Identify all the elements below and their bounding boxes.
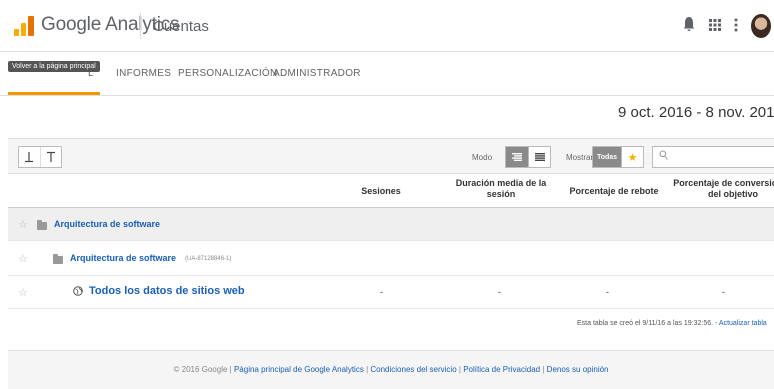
move-down-icon[interactable] bbox=[19, 147, 40, 167]
created-text: Esta tabla se creó el 9/11/16 a las 19:3… bbox=[577, 320, 718, 327]
folder-icon bbox=[37, 220, 47, 230]
table-row: ☆ Todos los datos de sitios web - - - - bbox=[8, 277, 774, 309]
main-nav: L INFORMES PERSONALIZACIÓN ADMINISTRADOR bbox=[0, 52, 774, 96]
folder-icon bbox=[53, 254, 63, 264]
mode-toggle bbox=[505, 146, 551, 168]
mode-label: Modo bbox=[472, 153, 493, 162]
footer-sep: | bbox=[366, 365, 369, 374]
footer-link-terms[interactable]: Condiciones del servicio bbox=[370, 365, 456, 374]
sort-button-group bbox=[18, 146, 62, 168]
search-input[interactable] bbox=[652, 146, 774, 168]
show-filter: Todas ★ bbox=[592, 146, 644, 168]
bounce-rate-value: - bbox=[606, 287, 609, 297]
tab-personalizacion[interactable]: PERSONALIZACIÓN bbox=[178, 68, 278, 79]
search-icon bbox=[659, 150, 668, 163]
view-link[interactable]: Todos los datos de sitios web bbox=[89, 285, 245, 297]
bell-icon[interactable] bbox=[683, 16, 695, 37]
avg-duration-value: - bbox=[498, 287, 501, 297]
show-label: Mostrar bbox=[566, 153, 594, 162]
account-link[interactable]: Arquitectura de software bbox=[54, 219, 160, 229]
star-icon[interactable]: ☆ bbox=[18, 286, 28, 299]
table-row: ☆ Arquitectura de software (UA-87128846-… bbox=[8, 242, 774, 276]
copyright: © 2016 Google | bbox=[173, 365, 232, 374]
footer-text: © 2016 Google | Página principal de Goog… bbox=[8, 365, 774, 374]
apps-grid-icon[interactable] bbox=[708, 17, 722, 37]
property-link[interactable]: Arquitectura de software bbox=[70, 253, 176, 263]
table-toolbar: Modo Mostrar Todas ★ bbox=[8, 138, 774, 174]
footer-link-privacy[interactable]: Política de Privacidad bbox=[463, 365, 540, 374]
more-vert-icon[interactable] bbox=[734, 17, 738, 37]
globe-icon bbox=[73, 286, 83, 299]
star-filter-icon[interactable]: ★ bbox=[621, 147, 643, 167]
column-header-goal-conversion[interactable]: Porcentaje de conversiones del objetivo bbox=[668, 178, 774, 200]
top-bar: Google Analytics Cuentas bbox=[0, 0, 774, 52]
google-analytics-logo-icon[interactable] bbox=[14, 16, 34, 36]
table-row: ☆ Arquitectura de software bbox=[8, 208, 774, 241]
active-tab-indicator bbox=[8, 92, 100, 95]
column-header-sessions[interactable]: Sesiones bbox=[346, 186, 416, 197]
brand-divider bbox=[140, 13, 141, 39]
sessions-value: - bbox=[380, 287, 383, 297]
home-tooltip: Volver a la página principal bbox=[8, 61, 100, 72]
table-created-note: Esta tabla se creó el 9/11/16 a las 19:3… bbox=[577, 320, 767, 327]
move-up-icon[interactable] bbox=[39, 147, 61, 167]
footer-link-feedback[interactable]: Denos su opinión bbox=[547, 365, 609, 374]
avatar[interactable] bbox=[751, 14, 771, 38]
tab-administrador[interactable]: ADMINISTRADOR bbox=[273, 68, 361, 79]
column-header-avg-duration[interactable]: Duración media de la sesión bbox=[446, 178, 556, 200]
table-header: Sesiones Duración media de la sesión Por… bbox=[8, 174, 774, 208]
list-view-icon[interactable] bbox=[528, 147, 550, 167]
footer: © 2016 Google | Página principal de Goog… bbox=[8, 350, 774, 389]
detailed-view-icon[interactable] bbox=[506, 147, 528, 167]
show-all-button[interactable]: Todas bbox=[593, 147, 621, 167]
column-header-bounce-rate[interactable]: Porcentaje de rebote bbox=[564, 186, 664, 197]
goal-conversion-value: - bbox=[722, 287, 725, 297]
footer-sep: | bbox=[458, 365, 461, 374]
star-icon[interactable]: ☆ bbox=[18, 252, 28, 265]
footer-sep: | bbox=[542, 365, 545, 374]
refresh-table-link[interactable]: Actualizar tabla bbox=[719, 320, 767, 327]
account-selector[interactable]: Cuentas bbox=[153, 18, 209, 35]
footer-link-home[interactable]: Página principal de Google Analytics bbox=[234, 365, 364, 374]
star-icon[interactable]: ☆ bbox=[18, 218, 28, 231]
date-range-selector[interactable]: 9 oct. 2016 - 8 nov. 2016▾ bbox=[618, 104, 774, 121]
tab-informes[interactable]: INFORMES bbox=[116, 68, 171, 79]
property-id: (UA-87128846-1) bbox=[185, 256, 232, 262]
date-range-label: 9 oct. 2016 - 8 nov. 2016 bbox=[618, 104, 774, 121]
